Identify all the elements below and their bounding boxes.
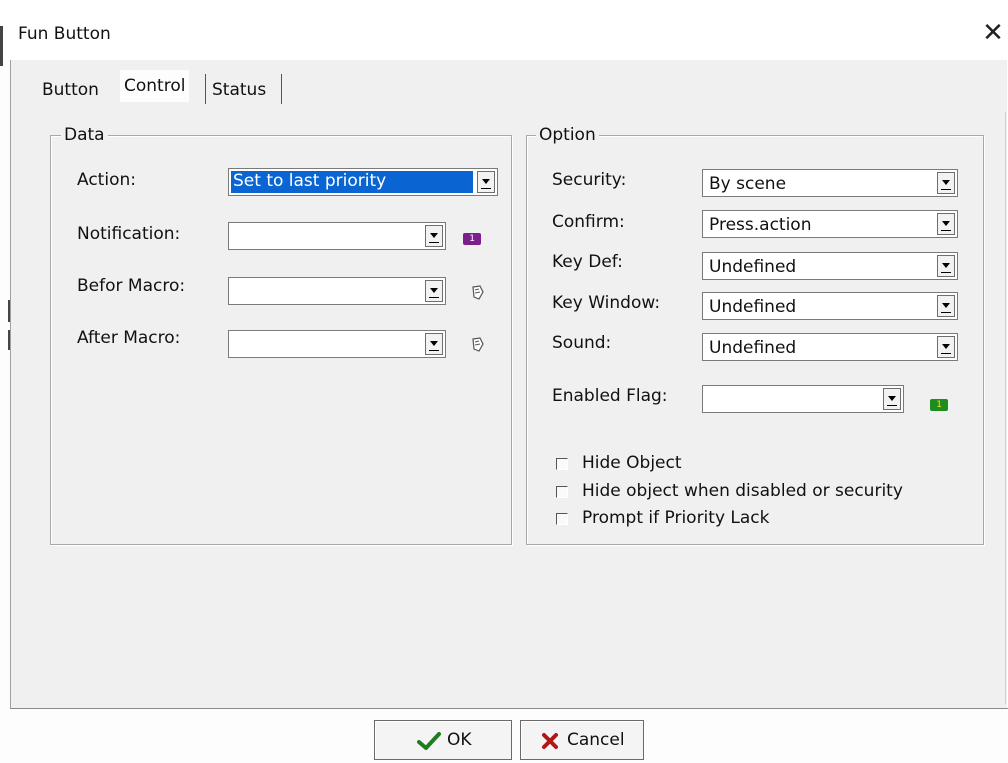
notification-select[interactable] bbox=[228, 222, 446, 250]
chevron-down-icon[interactable] bbox=[477, 171, 495, 193]
footer-divider bbox=[10, 708, 1008, 709]
security-value: By scene bbox=[709, 174, 787, 194]
tab-control[interactable]: Control bbox=[120, 70, 190, 102]
tab-separator bbox=[281, 74, 282, 104]
key-def-value: Undefined bbox=[709, 257, 797, 277]
prompt-priority-checkbox[interactable] bbox=[556, 513, 568, 525]
close-button[interactable]: ✕ bbox=[978, 16, 1008, 50]
check-icon bbox=[417, 732, 441, 750]
hide-object-checkbox[interactable] bbox=[556, 458, 568, 470]
confirm-label: Confirm: bbox=[552, 212, 625, 232]
hide-when-disabled-label[interactable]: Hide object when disabled or security bbox=[582, 481, 903, 501]
ok-label: OK bbox=[447, 730, 472, 750]
action-select[interactable]: Set to last priority bbox=[228, 168, 498, 196]
window-title: Fun Button bbox=[18, 24, 111, 44]
title-bar bbox=[0, 0, 1008, 60]
tab-status[interactable]: Status bbox=[208, 74, 270, 106]
security-label: Security: bbox=[552, 170, 627, 190]
tab-button-label: Button bbox=[42, 80, 99, 100]
chevron-down-icon[interactable] bbox=[937, 255, 955, 277]
after-macro-select[interactable] bbox=[228, 330, 446, 358]
hide-when-disabled-checkbox[interactable] bbox=[556, 486, 568, 498]
hide-object-label[interactable]: Hide Object bbox=[582, 453, 682, 473]
security-select[interactable]: By scene bbox=[702, 169, 958, 197]
key-window-select[interactable]: Undefined bbox=[702, 292, 958, 320]
after-macro-label: After Macro: bbox=[77, 328, 181, 348]
chevron-down-icon[interactable] bbox=[425, 333, 443, 355]
close-icon: ✕ bbox=[982, 18, 1004, 48]
tab-control-label: Control bbox=[124, 76, 186, 96]
chevron-down-icon[interactable] bbox=[937, 336, 955, 358]
key-window-value: Undefined bbox=[709, 297, 797, 317]
confirm-select[interactable]: Press.action bbox=[702, 210, 958, 238]
enabled-flag-icon[interactable]: 1 bbox=[930, 399, 948, 411]
sound-value: Undefined bbox=[709, 338, 797, 358]
option-group-title: Option bbox=[536, 125, 599, 145]
x-icon bbox=[542, 733, 558, 749]
ok-button[interactable]: OK bbox=[374, 720, 512, 760]
key-def-label: Key Def: bbox=[552, 252, 623, 272]
chevron-down-icon[interactable] bbox=[883, 388, 901, 410]
tab-button[interactable]: Button bbox=[38, 74, 103, 106]
macro-icon[interactable] bbox=[468, 336, 486, 356]
tab-separator bbox=[205, 74, 206, 104]
enabled-flag-label: Enabled Flag: bbox=[552, 386, 668, 406]
chevron-down-icon[interactable] bbox=[937, 213, 955, 235]
chevron-down-icon[interactable] bbox=[425, 280, 443, 302]
notification-flag-icon[interactable]: 1 bbox=[463, 233, 481, 245]
sound-select[interactable]: Undefined bbox=[702, 333, 958, 361]
data-group-title: Data bbox=[61, 125, 108, 145]
tab-status-label: Status bbox=[212, 80, 267, 100]
background-window-edge bbox=[0, 26, 3, 66]
sound-label: Sound: bbox=[552, 333, 612, 353]
chevron-down-icon[interactable] bbox=[937, 295, 955, 317]
prompt-priority-label[interactable]: Prompt if Priority Lack bbox=[582, 508, 770, 528]
action-value: Set to last priority bbox=[233, 171, 387, 191]
enabled-flag-select[interactable] bbox=[702, 385, 904, 413]
before-macro-label: Befor Macro: bbox=[77, 276, 186, 296]
cancel-button[interactable]: Cancel bbox=[520, 720, 644, 760]
key-window-label: Key Window: bbox=[552, 293, 661, 313]
chevron-down-icon[interactable] bbox=[937, 172, 955, 194]
notification-label: Notification: bbox=[77, 224, 181, 244]
key-def-select[interactable]: Undefined bbox=[702, 252, 958, 280]
action-label: Action: bbox=[77, 170, 136, 190]
chevron-down-icon[interactable] bbox=[425, 225, 443, 247]
cancel-label: Cancel bbox=[567, 730, 625, 750]
macro-icon[interactable] bbox=[468, 284, 486, 304]
before-macro-select[interactable] bbox=[228, 277, 446, 305]
confirm-value: Press.action bbox=[709, 215, 812, 235]
